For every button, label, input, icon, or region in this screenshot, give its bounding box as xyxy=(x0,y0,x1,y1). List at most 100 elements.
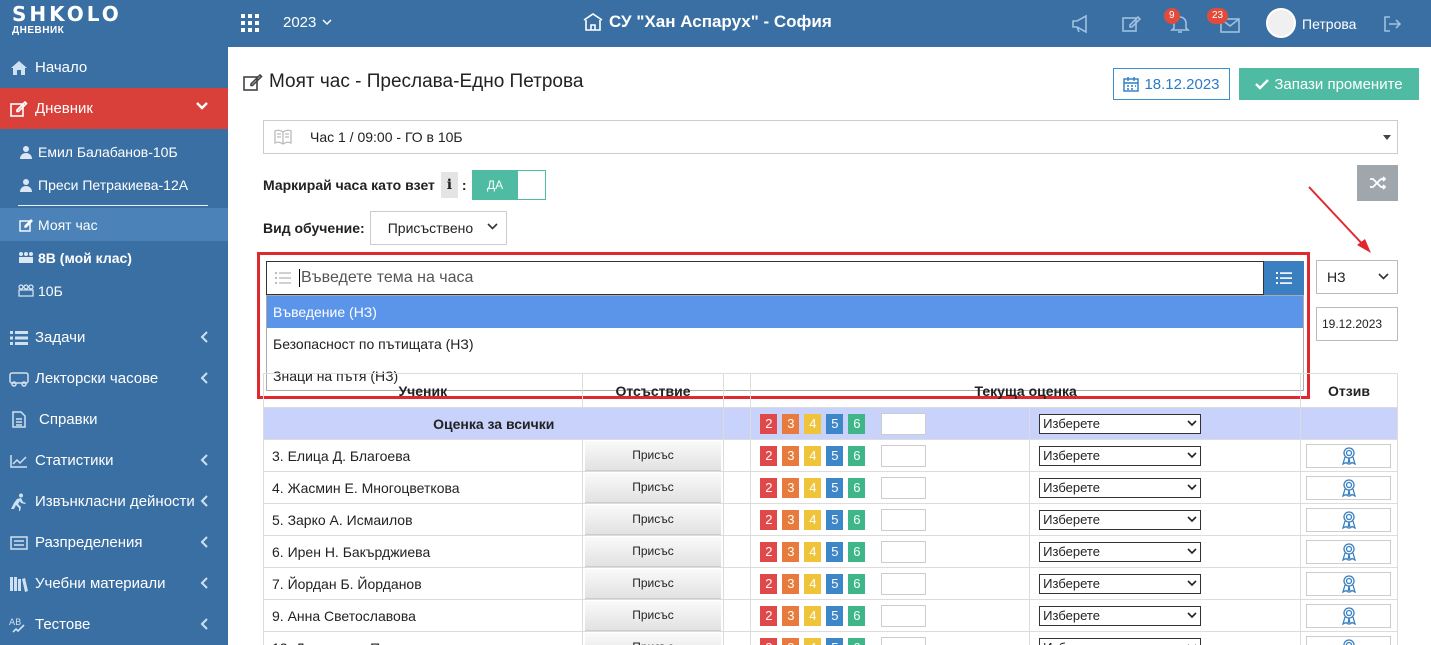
grade-button-4[interactable]: 4 xyxy=(804,541,822,562)
grade-type-select[interactable]: Изберете xyxy=(1039,509,1202,530)
apps-grid-icon[interactable] xyxy=(240,13,260,33)
megaphone-icon[interactable] xyxy=(1071,14,1093,34)
presence-button[interactable]: Присъс xyxy=(584,440,722,471)
sidebar-item-extracurricular[interactable]: Извънкласни дейности xyxy=(0,481,228,522)
sidebar-item-distributions[interactable]: Разпределения xyxy=(0,522,228,563)
grade-type-select[interactable]: Изберете xyxy=(1039,413,1202,434)
sidebar-item-materials[interactable]: Учебни материали xyxy=(0,563,228,604)
logout-icon[interactable] xyxy=(1383,16,1401,32)
grade-button-6[interactable]: 6 xyxy=(848,573,866,594)
feedback-button[interactable] xyxy=(1306,507,1392,532)
student-name[interactable]: 12. Денислава Петрова xyxy=(263,631,583,645)
topic-suggestion-item[interactable]: Безопасност по пътищата (НЗ) xyxy=(267,328,1303,360)
topic-input[interactable]: Въведете тема на часа xyxy=(266,261,1264,295)
sidebar-item-statistics[interactable]: Статистики xyxy=(0,440,228,481)
grade-type-select[interactable]: Изберете xyxy=(1039,477,1202,498)
save-button[interactable]: Запази промените xyxy=(1239,68,1419,100)
grade-type-select[interactable]: Изберете xyxy=(1039,541,1202,562)
grade-type-select[interactable]: Изберете xyxy=(1039,445,1202,466)
grade-button-6[interactable]: 6 xyxy=(848,541,866,562)
student-name[interactable]: 9. Анна Светославова xyxy=(263,599,583,632)
grade-input[interactable] xyxy=(881,636,927,645)
sidebar-item-tests[interactable]: AB Тестове xyxy=(0,604,228,645)
grade-button-4[interactable]: 4 xyxy=(804,605,822,626)
grade-button-2[interactable]: 2 xyxy=(760,445,778,466)
grade-type-select[interactable]: Изберете xyxy=(1039,605,1202,626)
sidebar-item-lectures[interactable]: Лекторски часове xyxy=(0,358,228,399)
grade-button-3[interactable]: 3 xyxy=(782,573,800,594)
presence-button[interactable]: Присъс xyxy=(584,600,722,631)
avatar[interactable] xyxy=(1266,8,1296,38)
grade-button-3[interactable]: 3 xyxy=(782,413,800,434)
presence-button[interactable]: Присъс xyxy=(584,536,722,567)
sidebar-item-tasks[interactable]: Задачи xyxy=(0,317,228,358)
topic-suggestion-item[interactable]: Въведение (НЗ) xyxy=(267,296,1303,328)
date-button[interactable]: 18.12.2023 xyxy=(1113,68,1230,100)
student-name[interactable]: 3. Елица Д. Благоева xyxy=(263,439,583,472)
grade-button-3[interactable]: 3 xyxy=(782,477,800,498)
presence-button[interactable]: Присъс xyxy=(584,472,722,503)
grade-button-4[interactable]: 4 xyxy=(804,445,822,466)
lesson-taken-toggle[interactable]: ДА xyxy=(471,170,546,200)
grade-button-2[interactable]: 2 xyxy=(760,637,778,645)
grade-input[interactable] xyxy=(881,476,927,499)
learning-type-select[interactable]: Присъствено xyxy=(369,211,507,245)
grade-button-5[interactable]: 5 xyxy=(826,477,844,498)
grade-button-4[interactable]: 4 xyxy=(804,413,822,434)
student-name[interactable]: 6. Ирен Н. Бакърджиева xyxy=(263,535,583,568)
grade-input[interactable] xyxy=(881,508,927,531)
sidebar-sub-item-class-10b[interactable]: 10Б xyxy=(0,274,228,307)
grade-button-5[interactable]: 5 xyxy=(826,445,844,466)
sidebar-sub-item-my-lesson[interactable]: Моят час xyxy=(0,208,228,241)
username[interactable]: Петрова xyxy=(1302,16,1356,32)
grade-button-2[interactable]: 2 xyxy=(760,541,778,562)
grade-button-6[interactable]: 6 xyxy=(848,637,866,645)
student-name[interactable]: 4. Жасмин Е. Многоцветкова xyxy=(263,471,583,504)
grade-button-6[interactable]: 6 xyxy=(848,509,866,530)
year-selector[interactable]: 2023 xyxy=(283,14,332,31)
presence-button[interactable]: Присъс xyxy=(584,568,722,599)
grade-button-5[interactable]: 5 xyxy=(826,509,844,530)
next-date-input[interactable]: 19.12.2023 xyxy=(1316,307,1398,341)
grade-input[interactable] xyxy=(881,604,927,627)
grade-button-2[interactable]: 2 xyxy=(760,509,778,530)
grade-button-5[interactable]: 5 xyxy=(826,637,844,645)
grade-button-4[interactable]: 4 xyxy=(804,509,822,530)
student-name[interactable]: 7. Йордан Б. Йорданов xyxy=(263,567,583,600)
lesson-select[interactable]: Час 1 / 09:00 - ГО в 10Б xyxy=(263,120,1398,154)
feedback-button[interactable] xyxy=(1306,603,1392,628)
sidebar-sub-item-presi[interactable]: Преси Петракиева-12А xyxy=(0,168,228,201)
student-name[interactable]: 5. Зарко А. Исмаилов xyxy=(263,503,583,536)
sidebar-item-diary[interactable]: Дневник xyxy=(0,88,228,129)
feedback-button[interactable] xyxy=(1306,635,1392,645)
grade-button-4[interactable]: 4 xyxy=(804,637,822,645)
grade-button-6[interactable]: 6 xyxy=(848,477,866,498)
grade-button-2[interactable]: 2 xyxy=(760,573,778,594)
grade-input[interactable] xyxy=(881,572,927,595)
grade-button-2[interactable]: 2 xyxy=(760,477,778,498)
logo[interactable]: SHKOLO ДНЕВНИК xyxy=(12,4,122,36)
feedback-button[interactable] xyxy=(1306,443,1392,468)
grade-button-5[interactable]: 5 xyxy=(826,413,844,434)
grade-button-5[interactable]: 5 xyxy=(826,541,844,562)
grade-button-4[interactable]: 4 xyxy=(804,573,822,594)
grade-button-5[interactable]: 5 xyxy=(826,605,844,626)
grade-button-6[interactable]: 6 xyxy=(848,413,866,434)
edit-icon[interactable] xyxy=(1121,14,1141,34)
grade-button-3[interactable]: 3 xyxy=(782,541,800,562)
topic-type-select[interactable]: НЗ xyxy=(1316,260,1398,294)
grade-button-3[interactable]: 3 xyxy=(782,637,800,645)
grade-input[interactable] xyxy=(881,444,927,467)
grade-button-3[interactable]: 3 xyxy=(782,605,800,626)
presence-button[interactable]: Присъс xyxy=(584,504,722,535)
grade-button-3[interactable]: 3 xyxy=(782,509,800,530)
grade-input[interactable] xyxy=(881,412,927,435)
grade-button-5[interactable]: 5 xyxy=(826,573,844,594)
feedback-button[interactable] xyxy=(1306,539,1392,564)
presence-button[interactable]: Присъс xyxy=(584,632,722,645)
sidebar-item-reports[interactable]: Справки xyxy=(0,399,228,440)
grade-button-4[interactable]: 4 xyxy=(804,477,822,498)
grade-button-2[interactable]: 2 xyxy=(760,605,778,626)
sidebar-sub-item-class-8v[interactable]: 8В (мой клас) xyxy=(0,241,228,274)
grade-button-6[interactable]: 6 xyxy=(848,445,866,466)
